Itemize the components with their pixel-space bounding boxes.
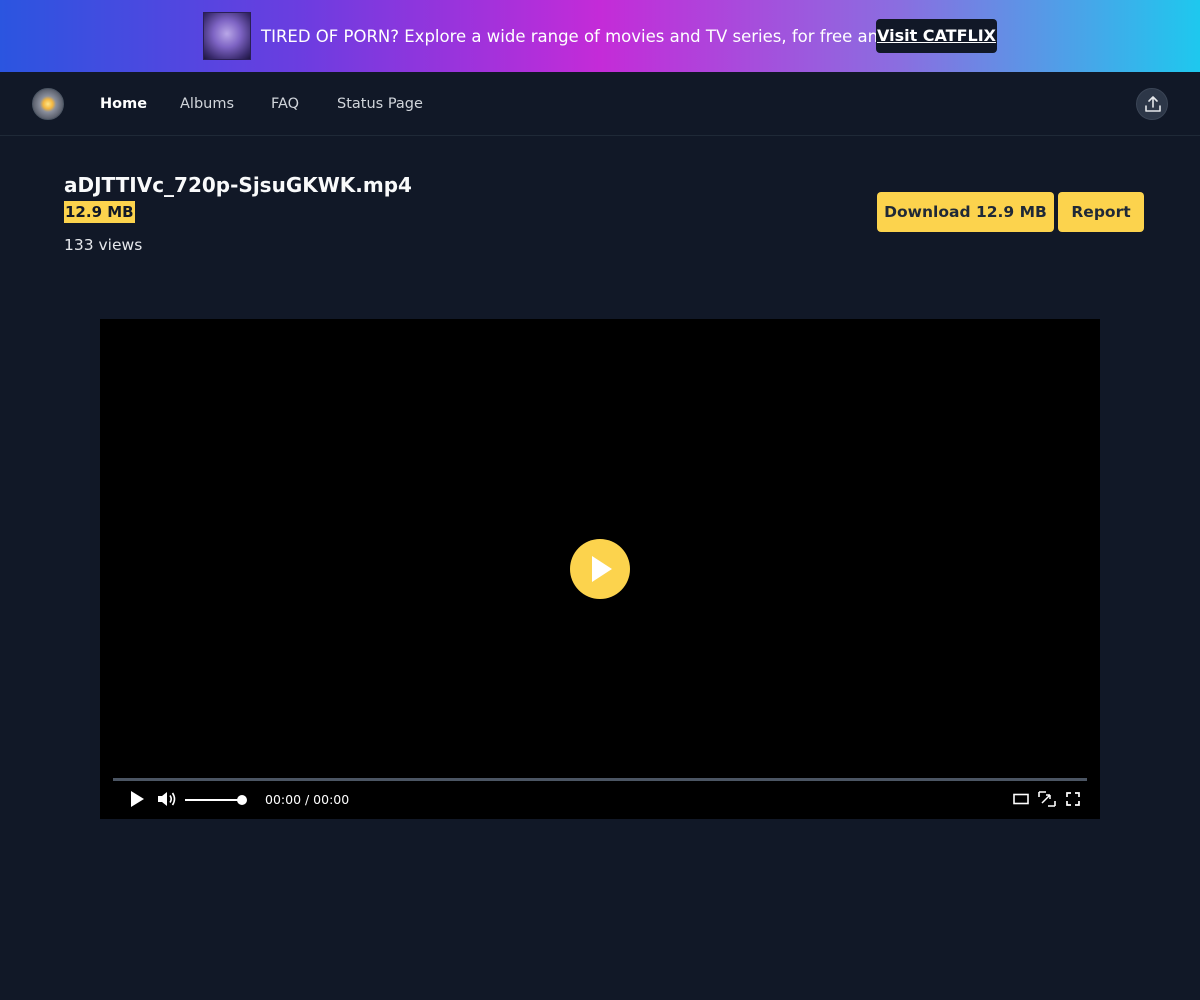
cat-thumbnail	[203, 12, 251, 60]
theater-mode-icon[interactable]	[1013, 793, 1029, 805]
nav-home[interactable]: Home	[100, 94, 147, 114]
view-count: 133 views	[64, 236, 143, 254]
fullscreen-icon[interactable]	[1066, 792, 1080, 806]
nav-faq[interactable]: FAQ	[271, 94, 299, 114]
volume-knob[interactable]	[237, 795, 247, 805]
big-play-button[interactable]	[570, 539, 630, 599]
time-display: 00:00 / 00:00	[265, 792, 350, 807]
play-control-icon[interactable]	[129, 790, 145, 808]
pip-icon[interactable]	[1038, 791, 1056, 807]
play-icon	[592, 556, 612, 582]
download-button[interactable]: Download 12.9 MB	[877, 192, 1054, 232]
nav-albums[interactable]: Albums	[180, 94, 234, 114]
file-title: aDJTTIVc_720p-SjsuGKWK.mp4	[64, 173, 412, 197]
upload-button[interactable]	[1136, 88, 1168, 120]
nav-status-page[interactable]: Status Page	[337, 94, 423, 114]
volume-slider[interactable]	[185, 799, 243, 801]
promo-banner: TIRED OF PORN? Explore a wide range of m…	[0, 0, 1200, 72]
volume-icon[interactable]	[157, 790, 177, 808]
upload-icon	[1145, 96, 1161, 112]
top-nav: Home Albums FAQ Status Page	[0, 72, 1200, 136]
banner-text: TIRED OF PORN? Explore a wide range of m…	[261, 27, 955, 46]
report-button[interactable]: Report	[1058, 192, 1144, 232]
progress-bar[interactable]	[113, 778, 1087, 781]
video-player[interactable]: 00:00 / 00:00	[100, 319, 1100, 819]
site-logo[interactable]	[32, 88, 64, 120]
file-size-badge: 12.9 MB	[64, 201, 135, 223]
visit-catflix-button[interactable]: Visit CATFLIX	[876, 19, 997, 53]
